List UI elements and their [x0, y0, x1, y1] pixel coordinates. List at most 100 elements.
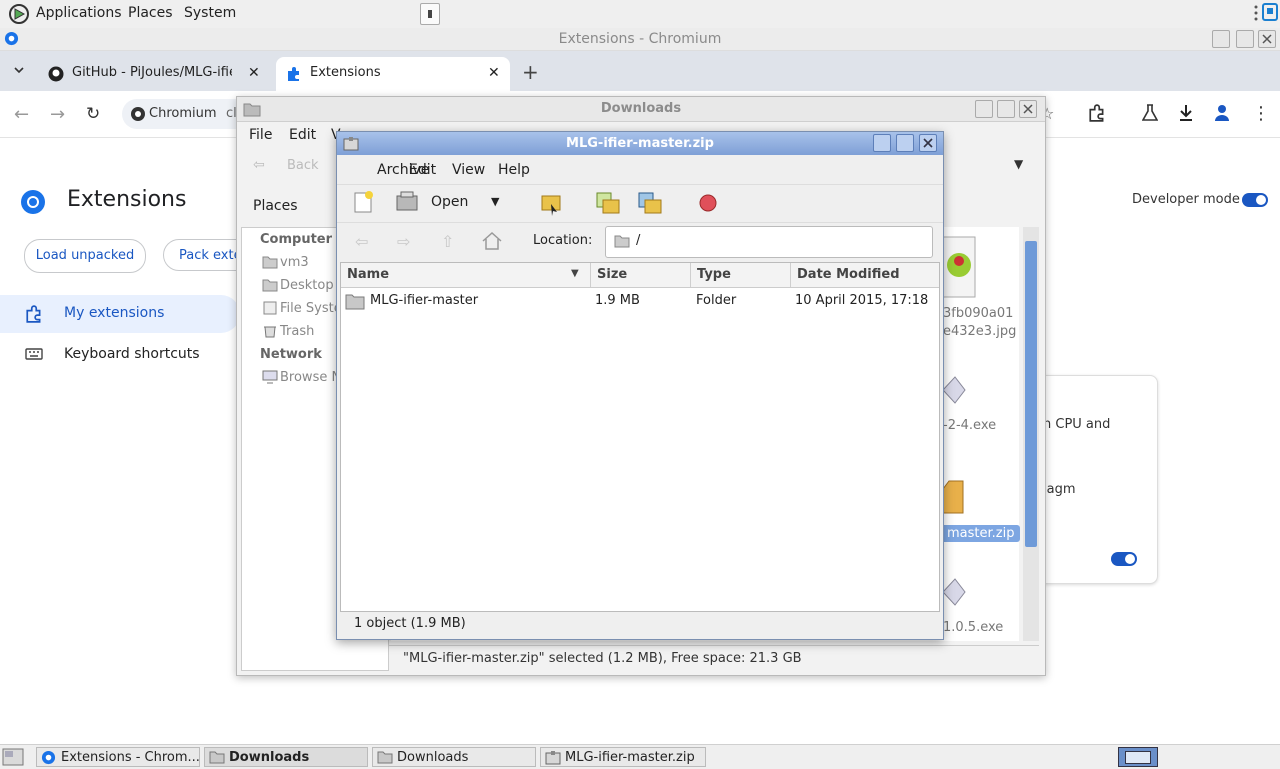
- scrollbar-thumb[interactable]: [1025, 241, 1037, 547]
- add-files-icon[interactable]: [595, 190, 621, 216]
- chromium-titlebar[interactable]: Extensions - Chromium: [0, 28, 1280, 51]
- column-header-name[interactable]: Name: [341, 263, 591, 287]
- archive-maximize-button[interactable]: [896, 134, 914, 152]
- nav-my-extensions[interactable]: My extensions: [0, 295, 240, 333]
- network-status-icon[interactable]: [1262, 3, 1278, 21]
- home-folder-icon: [262, 255, 278, 269]
- extension-enable-toggle[interactable]: [1111, 552, 1137, 566]
- tab-extensions[interactable]: Extensions ✕: [276, 57, 510, 91]
- chromium-close-button[interactable]: [1258, 30, 1276, 48]
- menu-edit[interactable]: Edit: [289, 127, 316, 143]
- tab-search-icon[interactable]: [12, 63, 26, 77]
- omnibox[interactable]: Chromium cl: [122, 99, 252, 129]
- taskbar-item-label: MLG-ifier-master.zip: [565, 750, 695, 765]
- file-label: e432e3.jpg: [943, 324, 1017, 339]
- reload-icon[interactable]: ↻: [86, 104, 100, 124]
- developer-mode-toggle[interactable]: [1242, 193, 1268, 207]
- open-archive-icon[interactable]: [395, 190, 419, 212]
- taskbar-item-downloads[interactable]: Downloads: [204, 747, 368, 767]
- workspace-switcher[interactable]: [1118, 747, 1158, 767]
- tab-github[interactable]: GitHub - PiJoules/MLG-ifier: ✕: [40, 57, 270, 91]
- show-desktop-icon[interactable]: [2, 748, 24, 766]
- downloads-window-title: Downloads: [600, 101, 682, 116]
- extract-icon[interactable]: [539, 190, 565, 216]
- column-header-type[interactable]: Type: [691, 263, 791, 287]
- column-header-date[interactable]: Date Modified: [791, 263, 939, 287]
- back-arrow-icon[interactable]: ←: [14, 104, 29, 125]
- distro-logo-icon[interactable]: [8, 3, 30, 25]
- file-label: -2-4.exe: [943, 418, 997, 433]
- profile-avatar-icon[interactable]: [1214, 104, 1230, 122]
- network-icon: [262, 370, 278, 384]
- sidebar-item-filesystem[interactable]: File Syste: [280, 301, 342, 316]
- places-dropdown[interactable]: Places: [253, 198, 298, 214]
- kebab-menu-icon[interactable]: ⋮: [1252, 103, 1270, 124]
- omnibox-site-label: Chromium: [149, 106, 217, 121]
- downloads-statusbar: "MLG-ifier-master.zip" selected (1.2 MB)…: [389, 645, 1039, 672]
- chromium-window-title: Extensions - Chromium: [558, 31, 722, 47]
- column-header-size[interactable]: Size: [591, 263, 691, 287]
- exe-file-icon[interactable]: [941, 375, 967, 405]
- back-button[interactable]: Back: [287, 158, 319, 173]
- table-row[interactable]: MLG-ifier-master 1.9 MB Folder 10 April …: [341, 289, 939, 313]
- forward-arrow-icon[interactable]: →: [50, 104, 65, 125]
- download-icon[interactable]: [1178, 104, 1194, 122]
- folder-icon: [209, 750, 225, 764]
- downloads-maximize-button[interactable]: [997, 100, 1015, 118]
- sidebar-item-desktop[interactable]: Desktop: [280, 278, 334, 293]
- forward-icon[interactable]: ⇨: [397, 232, 410, 251]
- taskbar-item-archive[interactable]: MLG-ifier-master.zip: [540, 747, 706, 767]
- new-archive-icon[interactable]: [353, 190, 375, 214]
- system-menu[interactable]: System: [184, 5, 236, 21]
- places-menu[interactable]: Places: [128, 5, 173, 21]
- add-folder-icon[interactable]: [637, 190, 663, 216]
- tab-close-icon[interactable]: ✕: [248, 57, 260, 89]
- top-panel: Applications Places System: [0, 0, 1280, 29]
- menu-file[interactable]: File: [249, 127, 272, 143]
- taskbar-item-extensions[interactable]: Extensions - Chrom...: [36, 747, 200, 767]
- home-icon[interactable]: [481, 231, 503, 251]
- zip-archive-icon[interactable]: [941, 479, 965, 515]
- downloads-titlebar[interactable]: Downloads: [237, 97, 1045, 122]
- sidebar-item-browse-network[interactable]: Browse N: [280, 370, 341, 385]
- open-dropdown-icon[interactable]: ▼: [491, 195, 499, 208]
- stop-icon[interactable]: [699, 194, 717, 212]
- up-icon[interactable]: ⇧: [441, 232, 454, 251]
- taskbar-item-downloads[interactable]: Downloads: [372, 747, 536, 767]
- labs-flask-icon[interactable]: [1142, 104, 1158, 122]
- exe-file-icon[interactable]: [941, 577, 967, 607]
- new-tab-icon[interactable]: +: [522, 60, 539, 84]
- archive-toolbar: Open ▼: [337, 184, 943, 223]
- puzzle-icon: [286, 66, 302, 82]
- scrollbar-track[interactable]: [1023, 227, 1039, 641]
- row-size: 1.9 MB: [595, 293, 640, 308]
- applications-menu[interactable]: Applications: [36, 5, 122, 21]
- tab-close-icon[interactable]: ✕: [488, 57, 500, 89]
- panel-launcher-icon[interactable]: [420, 3, 440, 25]
- selected-file-label[interactable]: master.zip: [941, 525, 1021, 542]
- menu-view[interactable]: View: [452, 162, 485, 178]
- nav-keyboard-shortcuts[interactable]: Keyboard shortcuts: [64, 346, 200, 362]
- downloads-minimize-button[interactable]: [975, 100, 993, 118]
- sidebar-item-vm3[interactable]: vm3: [280, 255, 309, 270]
- menu-help[interactable]: Help: [498, 162, 530, 178]
- back-icon[interactable]: ⇦: [355, 232, 368, 251]
- chromium-minimize-button[interactable]: [1212, 30, 1230, 48]
- archive-close-button[interactable]: [919, 134, 937, 152]
- dropdown-arrow-icon[interactable]: ▼: [1014, 157, 1023, 171]
- sidebar-item-trash[interactable]: Trash: [280, 324, 314, 339]
- location-field[interactable]: /: [605, 226, 933, 258]
- image-file-icon[interactable]: [939, 235, 979, 303]
- menu-edit[interactable]: Edit: [409, 162, 436, 178]
- file-label: 1.0.5.exe: [943, 620, 1004, 635]
- chromium-logo-icon: [4, 31, 19, 46]
- downloads-close-button[interactable]: [1019, 100, 1037, 118]
- row-name: MLG-ifier-master: [370, 293, 479, 308]
- extension-card-text: iagm: [1043, 482, 1076, 497]
- chromium-maximize-button[interactable]: [1236, 30, 1254, 48]
- load-unpacked-button[interactable]: Load unpacked: [24, 239, 146, 273]
- open-button-label[interactable]: Open: [431, 194, 468, 210]
- extensions-puzzle-icon[interactable]: [1088, 104, 1106, 122]
- archive-titlebar[interactable]: MLG-ifier-master.zip: [337, 132, 943, 155]
- archive-minimize-button[interactable]: [873, 134, 891, 152]
